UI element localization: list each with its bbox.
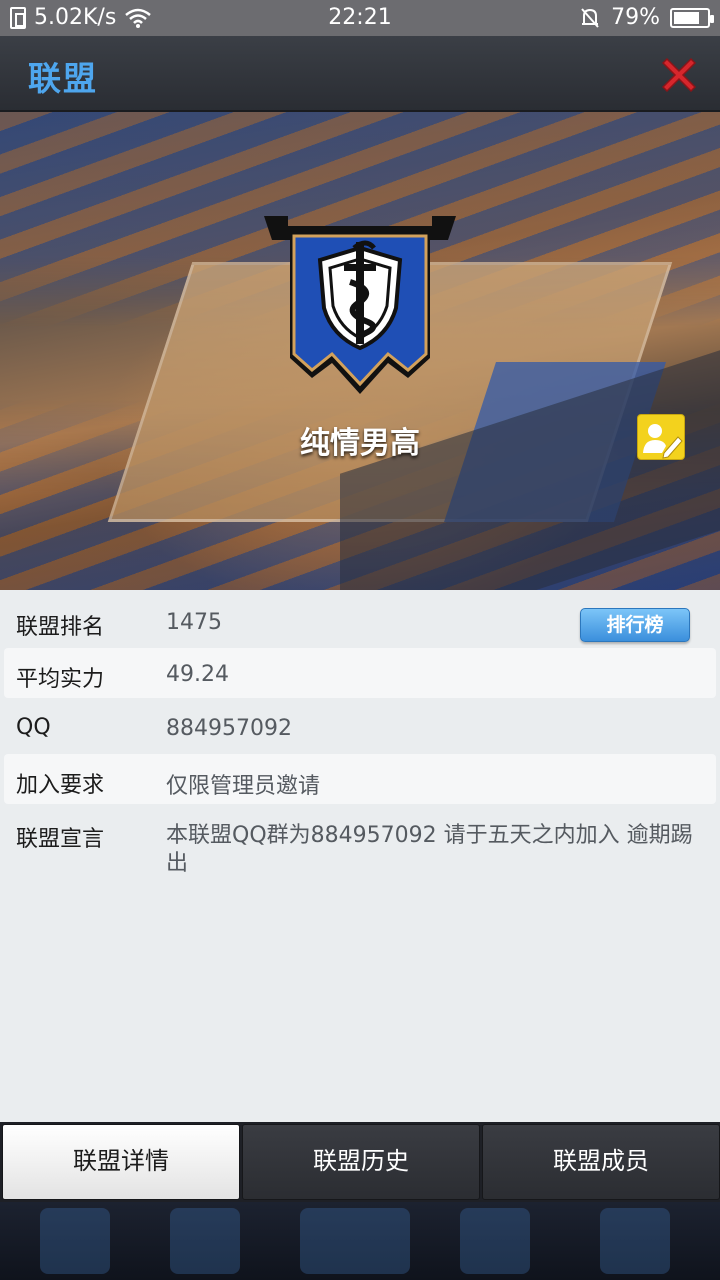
nav-ghost-icon [460,1208,530,1274]
tab-alliance-history[interactable]: 联盟历史 [242,1124,480,1200]
header: 联盟 [0,36,720,112]
bell-muted-icon [581,7,599,28]
declaration-value: 本联盟QQ群为884957092 请于五天之内加入 逾期踢出 [166,823,693,876]
page-title: 联盟 [28,59,98,98]
close-icon[interactable] [658,54,700,96]
alliance-banner: 纯情男高 [0,112,720,590]
alliance-name: 纯情男高 [300,426,420,461]
rank-value: 1475 [166,610,222,635]
battery-icon [670,7,714,28]
tab-alliance-members[interactable]: 联盟成员 [482,1124,720,1200]
avg-power-label: 平均实力 [16,667,105,692]
tab-alliance-details[interactable]: 联盟详情 [2,1124,240,1200]
battery-percent: 79% [611,5,660,30]
tab-bar: 联盟详情 联盟历史 联盟成员 [0,1122,720,1202]
info-row-qq: QQ 884957092 [4,702,716,752]
leaderboard-button[interactable]: 排行榜 [580,608,690,642]
edit-alliance-button[interactable] [637,414,685,460]
status-bar: 5.02K/s 22:21 79% [0,0,720,36]
info-row-avg-power: 平均实力 49.24 [4,648,716,698]
qq-value: 884957092 [166,716,292,741]
join-requirement-value: 仅限管理员邀请 [166,774,321,799]
nav-ghost-icon [300,1208,410,1274]
status-right: 79% [579,5,714,30]
join-requirement-label: 加入要求 [16,773,105,798]
qq-label: QQ [16,715,51,740]
bottom-nav-background [0,1202,720,1280]
nav-ghost-icon [600,1208,670,1274]
alliance-info-panel: 联盟排名 1475 排行榜 平均实力 49.24 QQ 884957092 加入… [0,590,720,1124]
info-row-rank: 联盟排名 1475 排行榜 [4,596,716,646]
avg-power-value: 49.24 [166,662,229,687]
nav-ghost-icon [170,1208,240,1274]
rank-label: 联盟排名 [16,615,105,640]
nav-ghost-icon [40,1208,110,1274]
edit-profile-icon [643,424,683,459]
info-row-declaration: 联盟宣言 本联盟QQ群为884957092 请于五天之内加入 逾期踢出 [4,808,716,928]
declaration-label: 联盟宣言 [16,827,105,852]
alliance-crest-icon [264,216,456,394]
info-row-join-requirement: 加入要求 仅限管理员邀请 [4,754,716,804]
